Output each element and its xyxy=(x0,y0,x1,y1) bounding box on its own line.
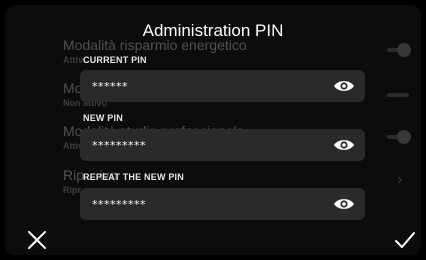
current-pin-label: CURRENT PIN xyxy=(83,55,147,65)
background-toggle xyxy=(387,93,409,97)
current-pin-field[interactable]: ****** xyxy=(80,70,365,102)
dialog-title: Administration PIN xyxy=(142,21,284,40)
background-toggle xyxy=(387,43,411,57)
repeat-pin-field[interactable]: ********* xyxy=(80,188,365,220)
eye-icon[interactable] xyxy=(333,197,355,211)
check-icon[interactable] xyxy=(393,228,417,252)
eye-icon[interactable] xyxy=(333,79,355,93)
repeat-pin-value: ********* xyxy=(92,198,146,211)
chevron-right-icon: › xyxy=(397,171,403,188)
background-toggle xyxy=(387,130,411,144)
close-icon[interactable] xyxy=(25,228,49,252)
new-pin-field[interactable]: ********* xyxy=(80,129,365,161)
new-pin-value: ********* xyxy=(92,139,146,152)
screen: Modalità risparmio energetico Attiv... M… xyxy=(5,5,421,255)
current-pin-value: ****** xyxy=(92,80,128,93)
repeat-pin-label: REPEAT THE NEW PIN xyxy=(83,172,184,182)
new-pin-label: NEW PIN xyxy=(83,113,123,123)
eye-icon[interactable] xyxy=(333,138,355,152)
